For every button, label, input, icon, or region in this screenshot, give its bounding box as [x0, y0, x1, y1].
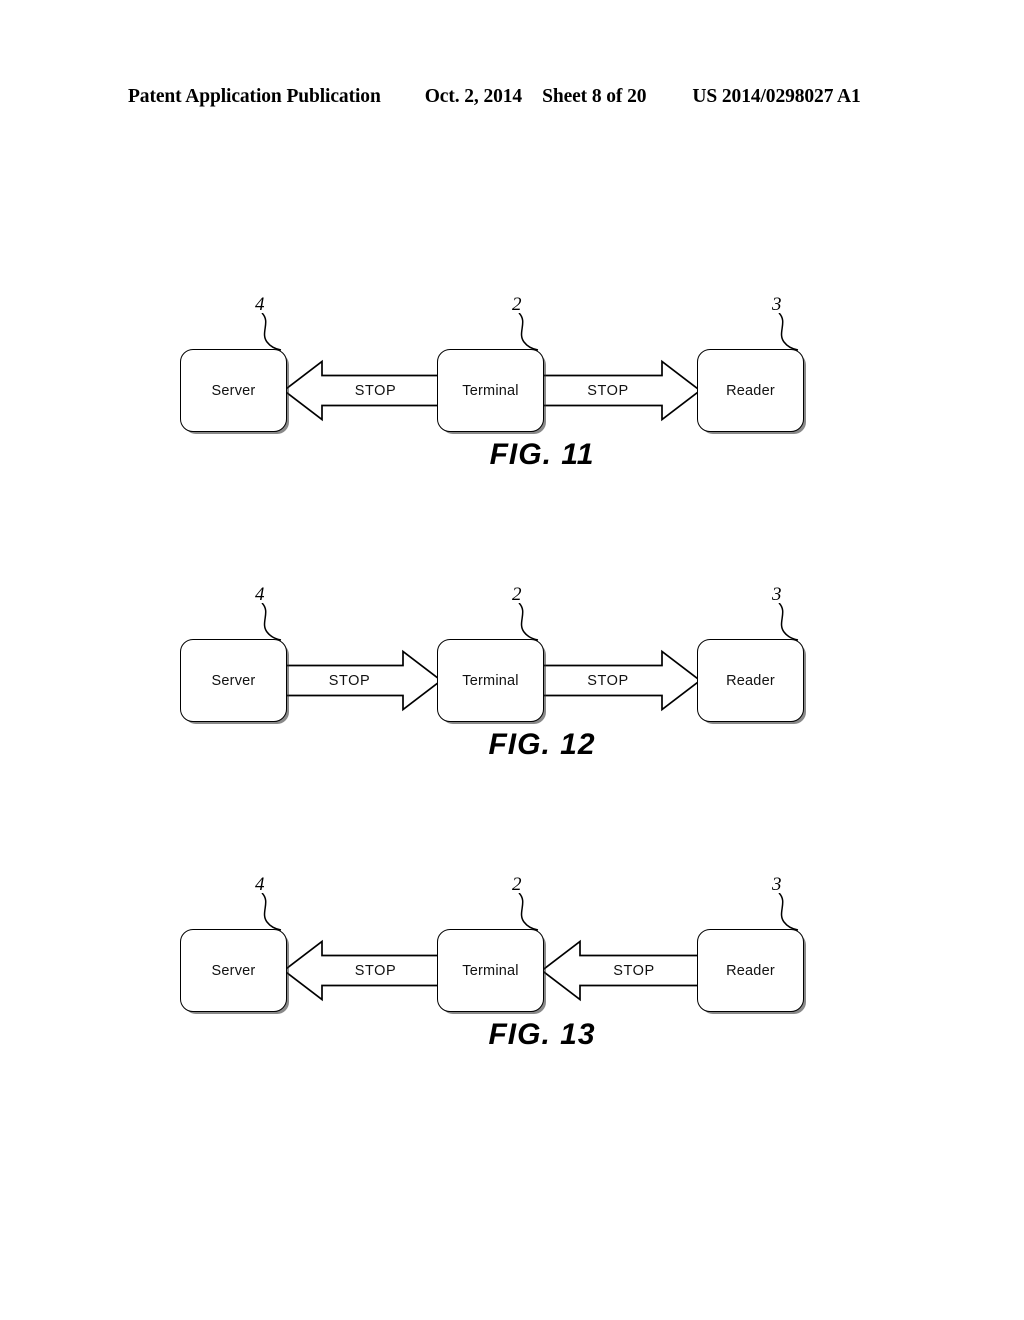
figure-caption: FIG. 13	[488, 1018, 596, 1051]
reference-leader-line	[518, 313, 539, 351]
node-label: Terminal	[462, 672, 519, 689]
reference-numeral-3: 3	[772, 584, 782, 605]
reference-numeral-4: 4	[255, 294, 265, 315]
node-terminal: Terminal	[437, 929, 544, 1012]
header-publication-date: Oct. 2, 2014	[424, 86, 523, 107]
reference-numeral-2: 2	[512, 294, 522, 315]
reference-numeral-3: 3	[772, 874, 782, 895]
diagram-11: STOP STOP Server 4 Terminal 2 Reader 3	[0, 294, 1024, 445]
arrow-label: STOP	[328, 672, 371, 689]
reference-leader-line	[518, 603, 539, 641]
arrow-label: STOP	[613, 962, 655, 979]
node-label: Terminal	[462, 962, 519, 979]
node-reader: Reader	[697, 639, 804, 722]
reference-leader-line	[261, 603, 282, 641]
header-sheet-number: Sheet 8 of 20	[542, 86, 647, 107]
reference-leader-line	[778, 603, 799, 641]
arrow-terminal-to-reader: STOP	[542, 349, 700, 432]
figure-12: STOP STOP Server 4 Terminal 2 Reader 3 FIG. 12	[0, 584, 1024, 790]
figure-caption: FIG. 11	[489, 438, 595, 471]
node-server: Server	[180, 929, 287, 1012]
reference-leader-line	[778, 893, 799, 931]
node-label: Server	[211, 962, 256, 979]
arrow-terminal-to-server: STOP	[284, 929, 441, 1012]
node-reader: Reader	[697, 349, 804, 432]
node-label: Reader	[726, 672, 775, 689]
header-patent-number: US 2014/0298027 A1	[692, 86, 861, 107]
figure-13: STOP STOP Server 4 Terminal 2 Reader 3 FIG. 13	[0, 874, 1024, 1080]
node-label: Server	[211, 672, 256, 689]
reference-numeral-2: 2	[512, 584, 522, 605]
node-terminal: Terminal	[437, 639, 544, 722]
arrow-label: STOP	[587, 382, 629, 399]
node-terminal: Terminal	[437, 349, 544, 432]
arrow-terminal-to-server: STOP	[284, 349, 441, 432]
diagram-12: STOP STOP Server 4 Terminal 2 Reader 3	[0, 584, 1024, 735]
arrow-label: STOP	[354, 382, 397, 399]
reference-leader-line	[518, 893, 539, 931]
figure-11: STOP STOP Server 4 Terminal 2 Reader 3 FIG. 11	[0, 294, 1024, 500]
reference-numeral-3: 3	[772, 294, 782, 315]
reference-leader-line	[261, 313, 282, 351]
figure-caption: FIG. 12	[488, 728, 596, 761]
arrow-server-to-terminal: STOP	[284, 639, 441, 722]
reference-numeral-2: 2	[512, 874, 522, 895]
node-server: Server	[180, 639, 287, 722]
node-label: Server	[211, 382, 256, 399]
sheet-header: Patent Application Publication Oct. 2, 2…	[128, 86, 888, 114]
header-publication-title: Patent Application Publication	[128, 86, 381, 107]
node-label: Reader	[726, 962, 775, 979]
node-label: Terminal	[462, 382, 519, 399]
reference-leader-line	[778, 313, 799, 351]
arrow-label: STOP	[587, 672, 629, 689]
reference-numeral-4: 4	[255, 584, 265, 605]
arrow-label: STOP	[354, 962, 397, 979]
node-server: Server	[180, 349, 287, 432]
node-reader: Reader	[697, 929, 804, 1012]
reference-leader-line	[261, 893, 282, 931]
arrow-reader-to-terminal: STOP	[542, 929, 700, 1012]
reference-numeral-4: 4	[255, 874, 265, 895]
arrow-terminal-to-reader: STOP	[542, 639, 700, 722]
node-label: Reader	[726, 382, 775, 399]
diagram-13: STOP STOP Server 4 Terminal 2 Reader 3	[0, 874, 1024, 1025]
